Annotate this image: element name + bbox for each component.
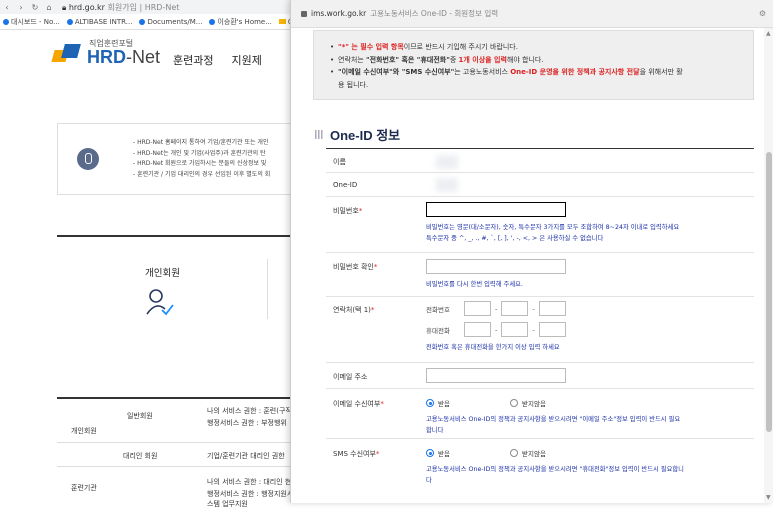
form-row-name: 이름: [326, 149, 754, 173]
forward-icon[interactable]: ›: [14, 3, 28, 12]
user-check-icon: [146, 289, 174, 316]
popup-address-bar: ims.work.go.kr 고용노동서비스 One-ID - 회원정보 입력 …: [291, 0, 773, 28]
form-row-email-consent: 이메일 수신여부* 받음 받지않음 고용노동서비스 One-ID의 정책과 공지…: [326, 389, 754, 439]
form-row-contact: 연락처(택 1)* 전화번호 - - 휴대전화 - - 전화번호 혹은 휴대전화…: [326, 297, 754, 363]
divider: [267, 259, 268, 319]
tel-middle-input[interactable]: [501, 301, 529, 316]
notice-line: - 훈련기관 / 기업 대리인의 경우 선임된 이후 별도의 회: [133, 170, 271, 178]
bookmark-item[interactable]: Documents/M...: [139, 18, 202, 26]
password-confirm-help: 비밀번호를 다시 한번 입력해 주세요.: [426, 281, 523, 288]
notice-box: - HRD-Net 홈페이지 통하여 기업/훈련기관 또는 개인 - HRD-N…: [57, 123, 297, 195]
hrd-net-logo[interactable]: 직업훈련포털 HRD-Net: [51, 40, 161, 67]
notice-line: - HRD-Net는 개인 및 기업(사업주)과 훈련기관의 탄: [133, 149, 266, 157]
info-line: "이메일 수신여부"와 "SMS 수신여부"는 고용노동서비스 One-ID 운…: [330, 66, 743, 91]
notice-line: - HRD-Net 회원으로 가입하시는 분들의 신상정보 및: [133, 160, 267, 167]
tel-input-group: 전화번호 - -: [426, 301, 566, 316]
logo-title: HRD-Net: [87, 47, 161, 67]
member-title: 개인회원: [145, 268, 180, 279]
hrd-logo-icon: [51, 42, 83, 64]
password-help: 비밀번호는 영문(대/소문자), 숫자, 특수문자 3가지를 모두 조합하여 8…: [426, 224, 680, 242]
home-icon[interactable]: ⌂: [42, 3, 56, 12]
reload-icon[interactable]: ↻: [28, 3, 42, 12]
form-row-email: 이메일 주소: [326, 363, 754, 389]
nav-item-training-course[interactable]: 훈련과정: [173, 52, 213, 68]
scroll-up-icon[interactable]: ▲: [766, 30, 771, 37]
table-row: 개인회원 일반회원 나의 서비스 권한 : 훈련(구직 행정서비스 권한 : 부…: [57, 399, 297, 443]
form-row-sms-consent: SMS 수신여부* 받음 받지않음 고용노동서비스 One-ID의 정책과 공지…: [333, 448, 684, 484]
extension-icon[interactable]: ⚙: [759, 9, 766, 18]
info-line: "*" 는 필수 입력 항목이므로 반드시 기입해 주시기 바랍니다.: [330, 41, 743, 54]
microphone-icon: [77, 148, 99, 170]
personal-member-card[interactable]: 개인회원: [57, 235, 297, 345]
one-id-form: 이름 One-ID 비밀번호* 비밀번호는 영문(대/소문자), 숫자, 특수문…: [326, 148, 754, 489]
scroll-down-icon[interactable]: ▼: [766, 494, 771, 501]
password-confirm-input[interactable]: [426, 259, 566, 274]
lock-icon: [301, 10, 307, 17]
email-consent-help: 고용노동서비스 One-ID의 정책과 공지사항을 받으시려면 "이메일 주소"…: [426, 416, 681, 434]
password-input[interactable]: [426, 202, 566, 217]
popup-scrollbar[interactable]: ▲ ▼: [764, 28, 773, 503]
bookmark-item[interactable]: 대시보드 - No...: [3, 17, 60, 27]
mobile-middle-input[interactable]: [501, 322, 529, 337]
contact-help: 전화번호 혹은 휴대전화을 한가지 이상 입력 하세요: [426, 344, 560, 351]
email-receive-yes-radio[interactable]: 받음: [426, 398, 510, 408]
section-title: One-ID 정보: [315, 125, 400, 144]
sms-receive-no-radio[interactable]: 받지않음: [510, 448, 546, 458]
email-input[interactable]: [426, 368, 566, 383]
notice-line: - HRD-Net 홈페이지 통하여 기업/훈련기관 또는 개인: [133, 139, 269, 146]
sms-consent-help: 고용노동서비스 One-ID의 정책과 공지사항을 받으시려면 "휴대전화"정보…: [426, 466, 684, 484]
back-icon[interactable]: ‹: [0, 3, 14, 12]
nav-item-support[interactable]: 지원제: [231, 52, 261, 68]
table-row: 대리인 회원 기업/훈련기관 대리인 권한: [57, 443, 297, 467]
member-type-table: 개인회원 일반회원 나의 서비스 권한 : 훈련(구직 행정서비스 권한 : 부…: [57, 397, 297, 508]
bookmark-item[interactable]: ALTIBASE INTR...: [66, 18, 132, 26]
form-row-password: 비밀번호* 비밀번호는 영문(대/소문자), 숫자, 특수문자 3가지를 모두 …: [326, 197, 754, 253]
tel-area-input[interactable]: [464, 301, 491, 316]
email-receive-no-radio[interactable]: 받지않음: [510, 398, 546, 408]
masked-name: [436, 155, 458, 169]
sms-receive-yes-radio[interactable]: 받음: [426, 448, 510, 458]
mobile-input-group: 휴대전화 - -: [426, 322, 566, 337]
scroll-thumb[interactable]: [766, 152, 772, 432]
info-line: 연락처는 "전화번호" 혹은 "휴대전화"중 1개 이상을 입력해야 합니다.: [330, 54, 743, 67]
form-row-one-id: One-ID: [326, 173, 754, 197]
notice-info-box: "*" 는 필수 입력 항목이므로 반드시 기입해 주시기 바랍니다. 연락처는…: [313, 30, 754, 100]
bookmark-item[interactable]: 이승환's Home...: [209, 17, 272, 27]
address-bar[interactable]: 🔒︎ hrd.go.kr 회원가입 | HRD-Net: [62, 2, 179, 13]
mobile-first-input[interactable]: [464, 322, 491, 337]
mobile-last-input[interactable]: [538, 322, 566, 337]
one-id-popup-window: ims.work.go.kr 고용노동서비스 One-ID - 회원정보 입력 …: [290, 0, 773, 503]
tel-last-input[interactable]: [538, 301, 566, 316]
form-row-password-confirm: 비밀번호 확인* 비밀번호를 다시 한번 입력해 주세요.: [326, 253, 754, 297]
table-row: 훈련기관 나의 서비스 권한 : 대리인 현 행정서비스 권한 : 행정지원시스…: [71, 478, 294, 508]
section-bars-icon: [315, 130, 324, 139]
masked-id: [436, 178, 458, 192]
main-navigation: 훈련과정 지원제: [173, 52, 262, 68]
